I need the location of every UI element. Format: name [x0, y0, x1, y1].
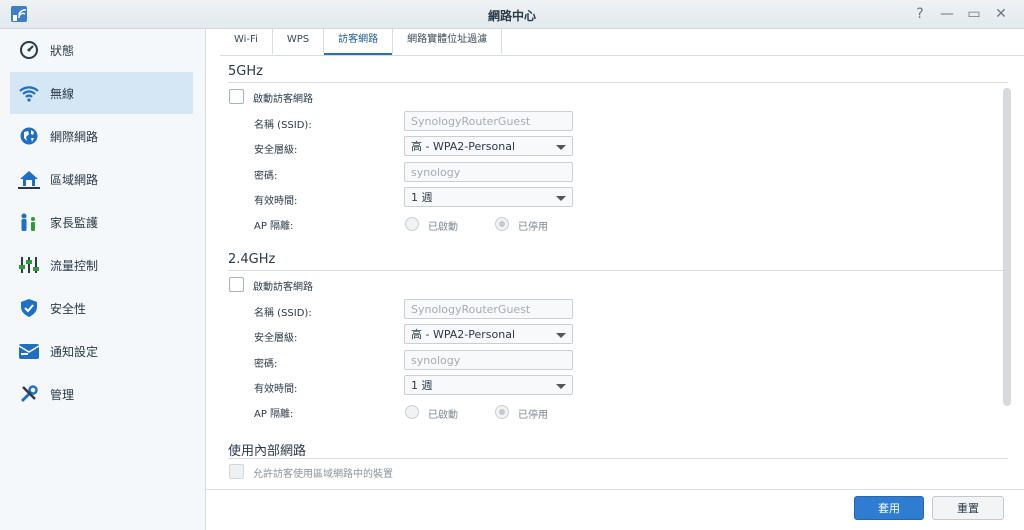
allow-lan-access-label: 允許訪客使用區域網路中的裝置	[253, 469, 393, 480]
ssid-label: 名稱 (SSID):	[254, 308, 312, 319]
ap-isolation-off-radio-2-4ghz[interactable]	[495, 405, 509, 419]
divider	[228, 270, 1008, 271]
enable-guest-5ghz-checkbox[interactable]	[229, 89, 244, 104]
security-select-5ghz[interactable]: 高 - WPA2-Personal	[404, 136, 573, 156]
ap-isolation-label: AP 隔離:	[254, 409, 294, 420]
sidebar-item-management[interactable]: 管理	[10, 373, 193, 415]
sidebar-item-label: 無線	[50, 86, 75, 101]
validity-value: 1 週	[411, 191, 433, 204]
password-label: 密碼:	[254, 171, 278, 182]
globe-icon	[18, 125, 40, 147]
security-label: 安全層級:	[254, 333, 298, 344]
section-title-internal-network: 使用內部網路	[228, 444, 307, 459]
sidebar-item-label: 狀態	[50, 43, 75, 58]
ap-isolation-on-label: 已啟動	[428, 222, 458, 233]
enable-guest-5ghz-label: 啟動訪客網路	[253, 94, 313, 105]
enable-guest-2-4ghz-label: 啟動訪客網路	[253, 282, 313, 293]
minimize-icon[interactable]: —	[938, 5, 956, 23]
sidebar-item-label: 家長監護	[50, 215, 99, 230]
ap-isolation-off-label: 已停用	[518, 222, 548, 233]
title-bar: 網路中心 ? — ▭ ✕	[0, 0, 1024, 29]
sidebar-item-parental-control[interactable]: 家長監護	[10, 201, 193, 243]
divider	[228, 82, 1008, 83]
maximize-icon[interactable]: ▭	[965, 5, 983, 23]
ssid-field-2-4ghz[interactable]: SynologyRouterGuest	[404, 299, 573, 319]
security-value: 高 - WPA2-Personal	[411, 140, 516, 153]
reset-button[interactable]: 重置	[932, 496, 1004, 520]
section-title-5ghz: 5GHz	[228, 64, 263, 79]
gauge-icon	[18, 39, 40, 61]
sidebar-item-label: 區域網路	[50, 172, 99, 187]
sidebar-item-traffic-control[interactable]: 流量控制	[10, 244, 193, 286]
sidebar-item-status[interactable]: 狀態	[10, 29, 193, 71]
sidebar-item-security[interactable]: 安全性	[10, 287, 193, 329]
password-label: 密碼:	[254, 359, 278, 370]
password-field-2-4ghz[interactable]: synology	[404, 350, 573, 370]
chevron-down-icon	[556, 196, 566, 201]
sidebar-item-label: 流量控制	[50, 258, 99, 273]
tab-mac-filter[interactable]: 網路實體位址過濾	[393, 29, 503, 54]
security-label: 安全層級:	[254, 145, 298, 156]
sidebar-item-lan[interactable]: 區域網路	[10, 158, 193, 200]
validity-label: 有效時間:	[254, 384, 298, 395]
chevron-down-icon	[556, 333, 566, 338]
home-network-icon	[18, 168, 40, 190]
sidebar-item-internet[interactable]: 網際網路	[10, 115, 193, 157]
validity-label: 有效時間:	[254, 196, 298, 207]
apply-button[interactable]: 套用	[854, 496, 924, 520]
shield-icon	[18, 297, 40, 319]
family-icon	[18, 211, 40, 233]
ssid-field-5ghz[interactable]: SynologyRouterGuest	[404, 111, 573, 131]
security-select-2-4ghz[interactable]: 高 - WPA2-Personal	[404, 324, 573, 344]
enable-guest-2-4ghz-checkbox[interactable]	[229, 277, 244, 292]
validity-select-5ghz[interactable]: 1 週	[404, 187, 573, 207]
sidebar-item-label: 安全性	[50, 301, 87, 316]
chevron-down-icon	[556, 145, 566, 150]
tab-bar: Wi-Fi WPS 訪客網路 網路實體位址過濾	[220, 29, 1024, 56]
allow-lan-access-checkbox[interactable]	[229, 464, 244, 479]
sidebar: 狀態 無線 網際網路 區域網路 家長監護 流量控制 安全性 通知設定 管理	[0, 29, 206, 530]
tab-guest-network[interactable]: 訪客網路	[324, 29, 394, 55]
help-icon[interactable]: ?	[911, 5, 929, 23]
sidebar-item-label: 管理	[50, 387, 75, 402]
ap-isolation-label: AP 隔離:	[254, 221, 294, 232]
tools-icon	[18, 383, 40, 405]
notification-icon	[18, 340, 40, 362]
tab-wps[interactable]: WPS	[273, 29, 325, 54]
sidebar-item-wireless[interactable]: 無線	[10, 72, 193, 114]
password-field-5ghz[interactable]: synology	[404, 162, 573, 182]
window-title: 網路中心	[487, 9, 536, 23]
divider	[228, 458, 1008, 459]
sliders-icon	[18, 254, 40, 276]
footer-divider	[206, 489, 1024, 490]
ap-isolation-on-label: 已啟動	[428, 410, 458, 421]
close-icon[interactable]: ✕	[992, 5, 1010, 23]
security-value: 高 - WPA2-Personal	[411, 328, 516, 341]
validity-select-2-4ghz[interactable]: 1 週	[404, 375, 573, 395]
sidebar-item-label: 網際網路	[50, 129, 99, 144]
validity-value: 1 週	[411, 379, 433, 392]
scrollbar[interactable]	[1003, 88, 1011, 406]
tab-wifi[interactable]: Wi-Fi	[220, 29, 273, 54]
chevron-down-icon	[556, 384, 566, 389]
section-title-2-4ghz: 2.4GHz	[228, 252, 276, 267]
sidebar-item-notification[interactable]: 通知設定	[10, 330, 193, 372]
ap-isolation-on-radio-5ghz[interactable]	[405, 217, 419, 231]
ap-isolation-off-radio-5ghz[interactable]	[495, 217, 509, 231]
ssid-label: 名稱 (SSID):	[254, 120, 312, 131]
ap-isolation-on-radio-2-4ghz[interactable]	[405, 405, 419, 419]
wifi-icon	[18, 82, 40, 104]
sidebar-item-label: 通知設定	[50, 344, 99, 359]
ap-isolation-off-label: 已停用	[518, 410, 548, 421]
